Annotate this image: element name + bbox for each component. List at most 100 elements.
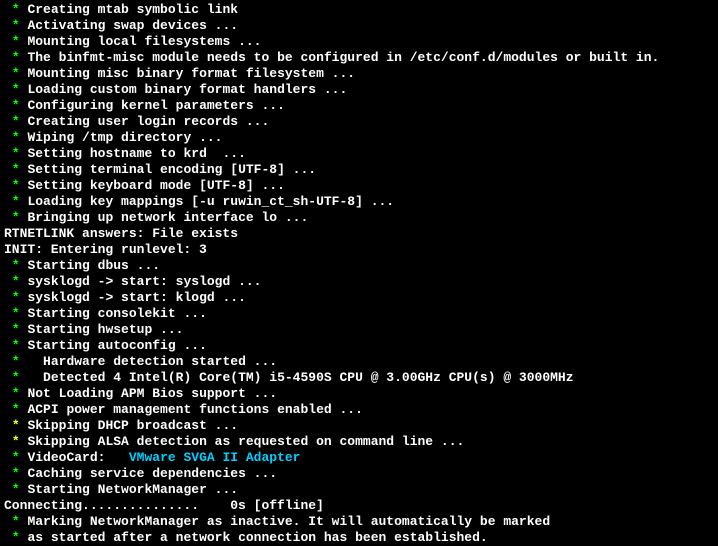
status-star-icon: * [12,418,20,434]
boot-message: Detected 4 Intel(R) Core(TM) i5-4590S CP… [27,370,573,386]
boot-message: Creating user login records ... [27,114,269,130]
boot-line: * The binfmt-misc module needs to be con… [4,50,714,66]
boot-message: The binfmt-misc module needs to be confi… [27,50,659,66]
boot-line: RTNETLINK answers: File exists [4,226,714,242]
videocard-adapter: VMware SVGA II Adapter [129,450,301,466]
status-star-icon: * [12,402,20,418]
status-star-icon: * [12,130,20,146]
boot-console: * Creating mtab symbolic link * Activati… [4,2,714,546]
boot-line: * Creating user login records ... [4,114,714,130]
boot-message: Setting terminal encoding [UTF-8] ... [27,162,316,178]
boot-message: Starting hwsetup ... [27,322,183,338]
boot-message: Setting keyboard mode [UTF-8] ... [27,178,284,194]
status-star-icon: * [12,482,20,498]
status-star-icon: * [12,98,20,114]
boot-message: Not Loading APM Bios support ... [27,386,277,402]
boot-message: Bringing up network interface lo ... [27,210,308,226]
boot-line: * Mounting misc binary format filesystem… [4,66,714,82]
boot-message: Hardware detection started ... [27,354,277,370]
boot-message: Starting consolekit ... [27,306,206,322]
status-star-icon: * [12,450,20,466]
boot-line: * sysklogd -> start: klogd ... [4,290,714,306]
boot-line: * Starting hwsetup ... [4,322,714,338]
status-star-icon: * [12,178,20,194]
boot-line: * Marking NetworkManager as inactive. It… [4,514,714,530]
boot-line: * Caching service dependencies ... [4,466,714,482]
status-star-icon: * [12,354,20,370]
boot-line: * Detected 4 Intel(R) Core(TM) i5-4590S … [4,370,714,386]
boot-line: * as started after a network connection … [4,530,714,546]
status-star-icon: * [12,50,20,66]
boot-message: Setting hostname to krd ... [27,146,245,162]
boot-message: Skipping DHCP broadcast ... [27,418,238,434]
status-star-icon: * [12,514,20,530]
boot-line: * Hardware detection started ... [4,354,714,370]
boot-message: Connecting............... 0s [offline] [4,498,324,514]
status-star-icon: * [12,146,20,162]
boot-message: RTNETLINK answers: File exists [4,226,238,242]
status-star-icon: * [12,2,20,18]
boot-line: * VideoCard: VMware SVGA II Adapter [4,450,714,466]
boot-message: Configuring kernel parameters ... [27,98,284,114]
status-star-icon: * [12,34,20,50]
boot-line: INIT: Entering runlevel: 3 [4,242,714,258]
boot-message: Wiping /tmp directory ... [27,130,222,146]
boot-line: * ACPI power management functions enable… [4,402,714,418]
status-star-icon: * [12,210,20,226]
boot-message: INIT: Entering runlevel: 3 [4,242,207,258]
boot-line: * Activating swap devices ... [4,18,714,34]
boot-message: Starting dbus ... [27,258,160,274]
boot-line: * Mounting local filesystems ... [4,34,714,50]
boot-message: sysklogd -> start: klogd ... [27,290,245,306]
boot-line: * Creating mtab symbolic link [4,2,714,18]
status-star-icon: * [12,322,20,338]
boot-message: sysklogd -> start: syslogd ... [27,274,261,290]
status-star-icon: * [12,66,20,82]
boot-message: as started after a network connection ha… [27,530,487,546]
boot-line: * Skipping DHCP broadcast ... [4,418,714,434]
boot-line: * Starting autoconfig ... [4,338,714,354]
boot-message: Skipping ALSA detection as requested on … [27,434,464,450]
boot-message: Marking NetworkManager as inactive. It w… [27,514,550,530]
status-star-icon: * [12,386,20,402]
boot-message: Loading key mappings [-u ruwin_ct_sh-UTF… [27,194,394,210]
boot-message: Starting NetworkManager ... [27,482,238,498]
boot-line: * Setting hostname to krd ... [4,146,714,162]
boot-message: Mounting local filesystems ... [27,34,261,50]
boot-message: Mounting misc binary format filesystem .… [27,66,355,82]
status-star-icon: * [12,530,20,546]
boot-line: * Starting NetworkManager ... [4,482,714,498]
status-star-icon: * [12,274,20,290]
status-star-icon: * [12,338,20,354]
boot-message: Starting autoconfig ... [27,338,206,354]
boot-line: * Configuring kernel parameters ... [4,98,714,114]
boot-message: Loading custom binary format handlers ..… [27,82,347,98]
boot-message: Activating swap devices ... [27,18,238,34]
status-star-icon: * [12,82,20,98]
boot-line: * Starting dbus ... [4,258,714,274]
status-star-icon: * [12,18,20,34]
status-star-icon: * [12,194,20,210]
boot-line: * Loading custom binary format handlers … [4,82,714,98]
boot-line: * Wiping /tmp directory ... [4,130,714,146]
boot-line: * Setting keyboard mode [UTF-8] ... [4,178,714,194]
boot-line: * Loading key mappings [-u ruwin_ct_sh-U… [4,194,714,210]
boot-line: * sysklogd -> start: syslogd ... [4,274,714,290]
boot-message: Creating mtab symbolic link [27,2,238,18]
boot-line: * Not Loading APM Bios support ... [4,386,714,402]
boot-message: Caching service dependencies ... [27,466,277,482]
status-star-icon: * [12,306,20,322]
boot-line: * Setting terminal encoding [UTF-8] ... [4,162,714,178]
status-star-icon: * [12,434,20,450]
boot-line: * Skipping ALSA detection as requested o… [4,434,714,450]
status-star-icon: * [12,370,20,386]
status-star-icon: * [12,466,20,482]
boot-line: * Starting consolekit ... [4,306,714,322]
boot-message: ACPI power management functions enabled … [27,402,362,418]
videocard-label: VideoCard: [27,450,128,466]
status-star-icon: * [12,290,20,306]
status-star-icon: * [12,114,20,130]
status-star-icon: * [12,162,20,178]
boot-line: * Bringing up network interface lo ... [4,210,714,226]
status-star-icon: * [12,258,20,274]
